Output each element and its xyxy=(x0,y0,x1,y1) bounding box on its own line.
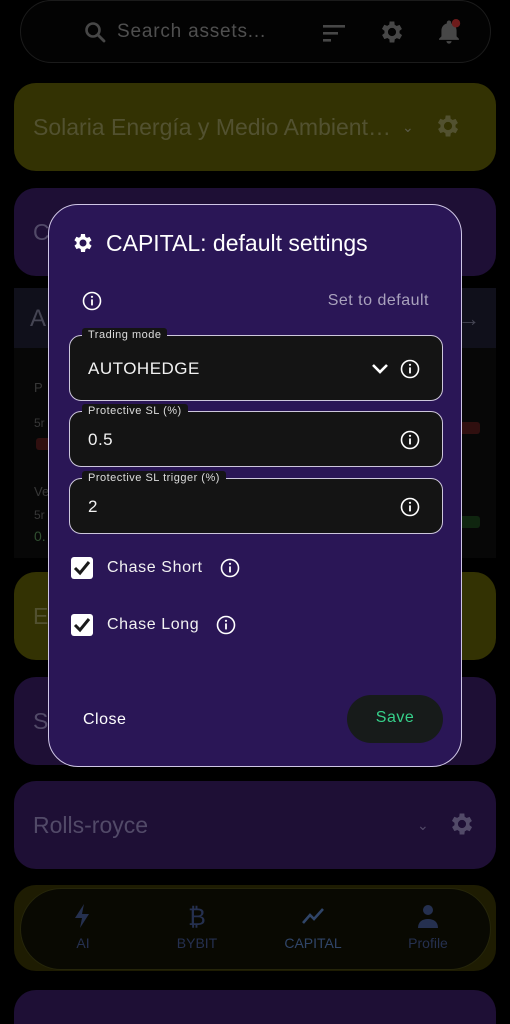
checkmark-icon xyxy=(73,561,91,576)
settings-dialog: CAPITAL: default settings Set to default… xyxy=(48,204,462,767)
set-to-default-button[interactable]: Set to default xyxy=(328,292,429,310)
trading-mode-select[interactable]: Trading mode AUTOHEDGE xyxy=(69,328,443,401)
chase-long-checkbox[interactable] xyxy=(71,614,93,636)
chase-short-checkbox[interactable] xyxy=(71,557,93,579)
protective-sl-field[interactable]: Protective SL (%) 0.5 xyxy=(69,404,443,467)
info-icon[interactable] xyxy=(82,291,102,311)
chevron-down-icon[interactable] xyxy=(370,359,390,379)
protective-sl-trigger-field[interactable]: Protective SL trigger (%) 2 xyxy=(69,471,443,534)
checkmark-icon xyxy=(73,618,91,633)
trading-mode-value: AUTOHEDGE xyxy=(88,359,200,378)
protective-sl-trigger-value[interactable]: 2 xyxy=(88,497,98,517)
dialog-title: CAPITAL: default settings xyxy=(106,230,368,256)
gear-icon xyxy=(74,234,92,252)
field-label: Protective SL trigger (%) xyxy=(82,471,226,485)
field-label: Protective SL (%) xyxy=(82,404,188,418)
chase-short-label[interactable]: Chase Short xyxy=(107,559,203,577)
info-icon[interactable] xyxy=(400,359,420,379)
info-icon[interactable] xyxy=(400,497,420,517)
chase-long-label[interactable]: Chase Long xyxy=(107,616,199,634)
save-label: Save xyxy=(375,709,415,726)
field-label: Trading mode xyxy=(82,328,168,342)
protective-sl-value[interactable]: 0.5 xyxy=(88,430,113,450)
info-icon[interactable] xyxy=(400,430,420,450)
info-icon[interactable] xyxy=(220,558,240,578)
info-icon[interactable] xyxy=(216,615,236,635)
close-button[interactable]: Close xyxy=(83,711,126,729)
save-button[interactable]: Save xyxy=(347,695,443,743)
